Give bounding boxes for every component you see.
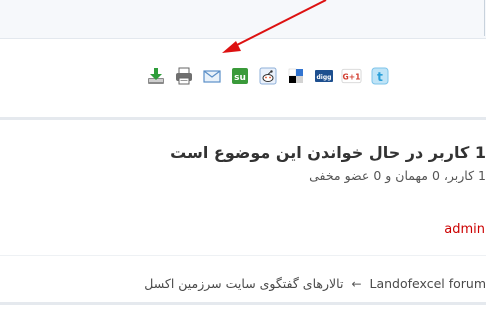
separator-line: [0, 117, 486, 120]
breadcrumb-arrow-icon: ←: [351, 276, 362, 291]
digg-icon[interactable]: digg: [313, 66, 334, 87]
email-icon[interactable]: [201, 66, 222, 87]
breadcrumb-item-forum[interactable]: Landofexcel forum: [370, 276, 486, 291]
print-icon[interactable]: [173, 66, 194, 87]
viewers-subtitle: 1 کاربر، 0 مهمان و 0 عضو مخفی: [309, 168, 486, 183]
share-toolbar: su digg G+1 t: [145, 65, 390, 87]
download-icon[interactable]: [145, 66, 166, 87]
stumbleupon-icon[interactable]: su: [229, 66, 250, 87]
page: su digg G+1 t 1 کاربر در حال خواندن این …: [0, 0, 499, 316]
digg-icon-text: digg: [316, 74, 331, 81]
svg-text:su: su: [234, 73, 246, 83]
annotation-arrow-icon: [222, 0, 327, 53]
twitter-icon[interactable]: t: [369, 66, 390, 87]
twitter-icon-text: t: [377, 70, 383, 84]
reddit-icon[interactable]: [257, 66, 278, 87]
google-plus-icon[interactable]: G+1: [341, 66, 362, 87]
separator-line-thin: [0, 255, 486, 256]
breadcrumb: Landofexcel forum ← تالارهای گفتگوی سایت…: [144, 276, 486, 291]
breadcrumb-item-site[interactable]: تالارهای گفتگوی سایت سرزمین اکسل: [144, 276, 343, 291]
viewers-title: 1 کاربر در حال خواندن این موضوع است: [170, 143, 486, 162]
user-link-admin[interactable]: admin: [444, 222, 485, 237]
separator-line-bottom: [0, 302, 486, 305]
google-plus-icon-text: G+1: [343, 72, 361, 81]
delicious-icon[interactable]: [285, 66, 306, 87]
